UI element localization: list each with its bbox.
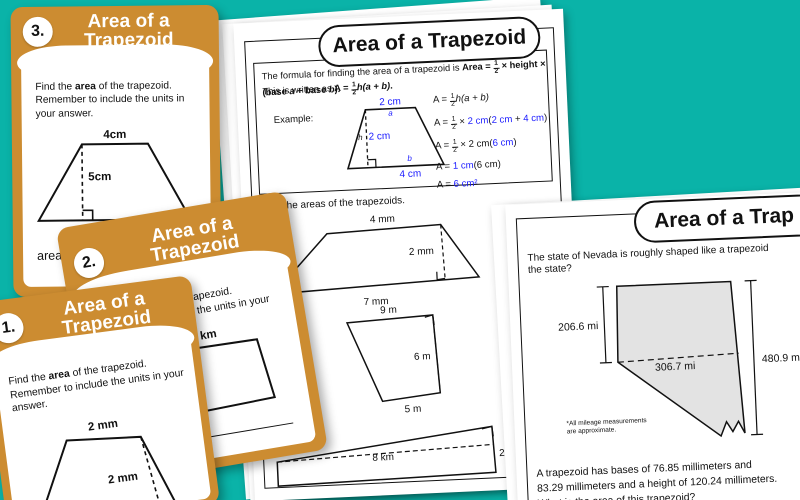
step2-blue1: 2 cm — [467, 114, 489, 127]
worksheet-nevada: Area of a Trap The state of Nevada is ro… — [505, 191, 800, 500]
step3-lhs: A = — [434, 139, 453, 152]
formula-written-rest: (a + b) — [362, 80, 391, 92]
card-1-top-label: 2 mm — [87, 418, 118, 434]
nevada-left-label: 206.6 mi — [558, 320, 599, 334]
nevada-footnote: *All mileage measurements are approximat… — [566, 417, 647, 436]
card-3-prompt-bold: area — [74, 81, 97, 93]
nevada-question-line2: the state? — [527, 263, 573, 276]
step3-times: × — [457, 138, 469, 151]
svg-text:a: a — [388, 109, 393, 118]
nevada-mid-label: 306.7 mi — [655, 360, 696, 374]
card-3-prompt-line2: Remember to include the units — [35, 93, 174, 107]
card-1-figure: 2 mm 2 mm — [40, 418, 178, 500]
p1-top-label: 4 mm — [370, 214, 395, 226]
example-label: Example: — [273, 113, 314, 126]
step2-blue2: 2 cm — [491, 113, 513, 126]
step1-lhs: A = — [432, 93, 451, 106]
card-3-prompt: Find the area of the trapezoid. Remember… — [35, 79, 199, 120]
nevada-diagram: 206.6 mi 306.7 mi 480.9 mi — [558, 279, 800, 438]
step5-blue: 6 cm² — [453, 177, 478, 190]
svg-text:2 cm: 2 cm — [368, 131, 390, 143]
formula-intro-bold: Area = — [461, 60, 494, 73]
step4-rest: (6 cm) — [473, 159, 502, 172]
formula-written-end: . — [389, 80, 393, 91]
p2-bottom-label: 5 m — [404, 404, 421, 416]
p2-height-label: 6 m — [414, 351, 431, 363]
svg-text:h: h — [358, 133, 363, 142]
step2-close: ) — [543, 112, 548, 124]
worked-steps: A = 1 2 h(a + b) A = 12 × 2 cm(2 cm + 4 cm… — [432, 89, 557, 191]
nevada-right-label: 480.9 mi — [762, 352, 800, 366]
card-1-prompt-bold: area — [47, 368, 71, 383]
problem-2-figure: 9 m 6 m 5 m — [345, 305, 442, 416]
svg-text:4 cm: 4 cm — [399, 168, 421, 180]
formula-written-a: This is written as — [262, 83, 335, 97]
step2-lhs: A = — [433, 116, 452, 129]
card-1-height-label: 2 mm — [107, 471, 138, 487]
formula-written-A: A = — [333, 82, 352, 94]
card-3-title-line1: Area of a — [87, 10, 170, 33]
step4-lhs: A = — [435, 161, 454, 174]
step4-blue: 1 cm — [452, 160, 474, 173]
step2-blue3: 4 cm — [523, 112, 545, 125]
card-1-body: Find the area of the trapezoid. Remember… — [0, 337, 212, 500]
p2-top-label: 9 m — [380, 305, 397, 317]
screenshot-canvas: Area of a Trapezoid The formula for find… — [0, 0, 800, 500]
step5-lhs: A = — [436, 178, 454, 191]
task-card-1[interactable]: 1. Area of a Trapezoid Find the area of … — [0, 275, 221, 500]
p3-bottom-label: 8 km — [372, 452, 394, 464]
step3-val: 2 cm — [468, 137, 490, 150]
step2-times: × — [456, 115, 468, 128]
card-3-prompt-a: Find the — [35, 81, 76, 93]
step1-rest: h(a + b) — [455, 92, 490, 105]
step3-close: ) — [513, 136, 517, 148]
card-3-top-label: 4cm — [103, 129, 126, 141]
p1-height-label: 2 mm — [409, 246, 434, 258]
step3-blue: 6 cm — [492, 136, 514, 149]
svg-text:2 cm: 2 cm — [379, 96, 401, 108]
nevada-page-title: Area of a Trap — [633, 191, 800, 244]
card-3-height-label: 5cm — [88, 171, 111, 183]
svg-text:b: b — [407, 154, 412, 163]
card-3-prompt-c: of the trapezoid. — [95, 80, 172, 93]
